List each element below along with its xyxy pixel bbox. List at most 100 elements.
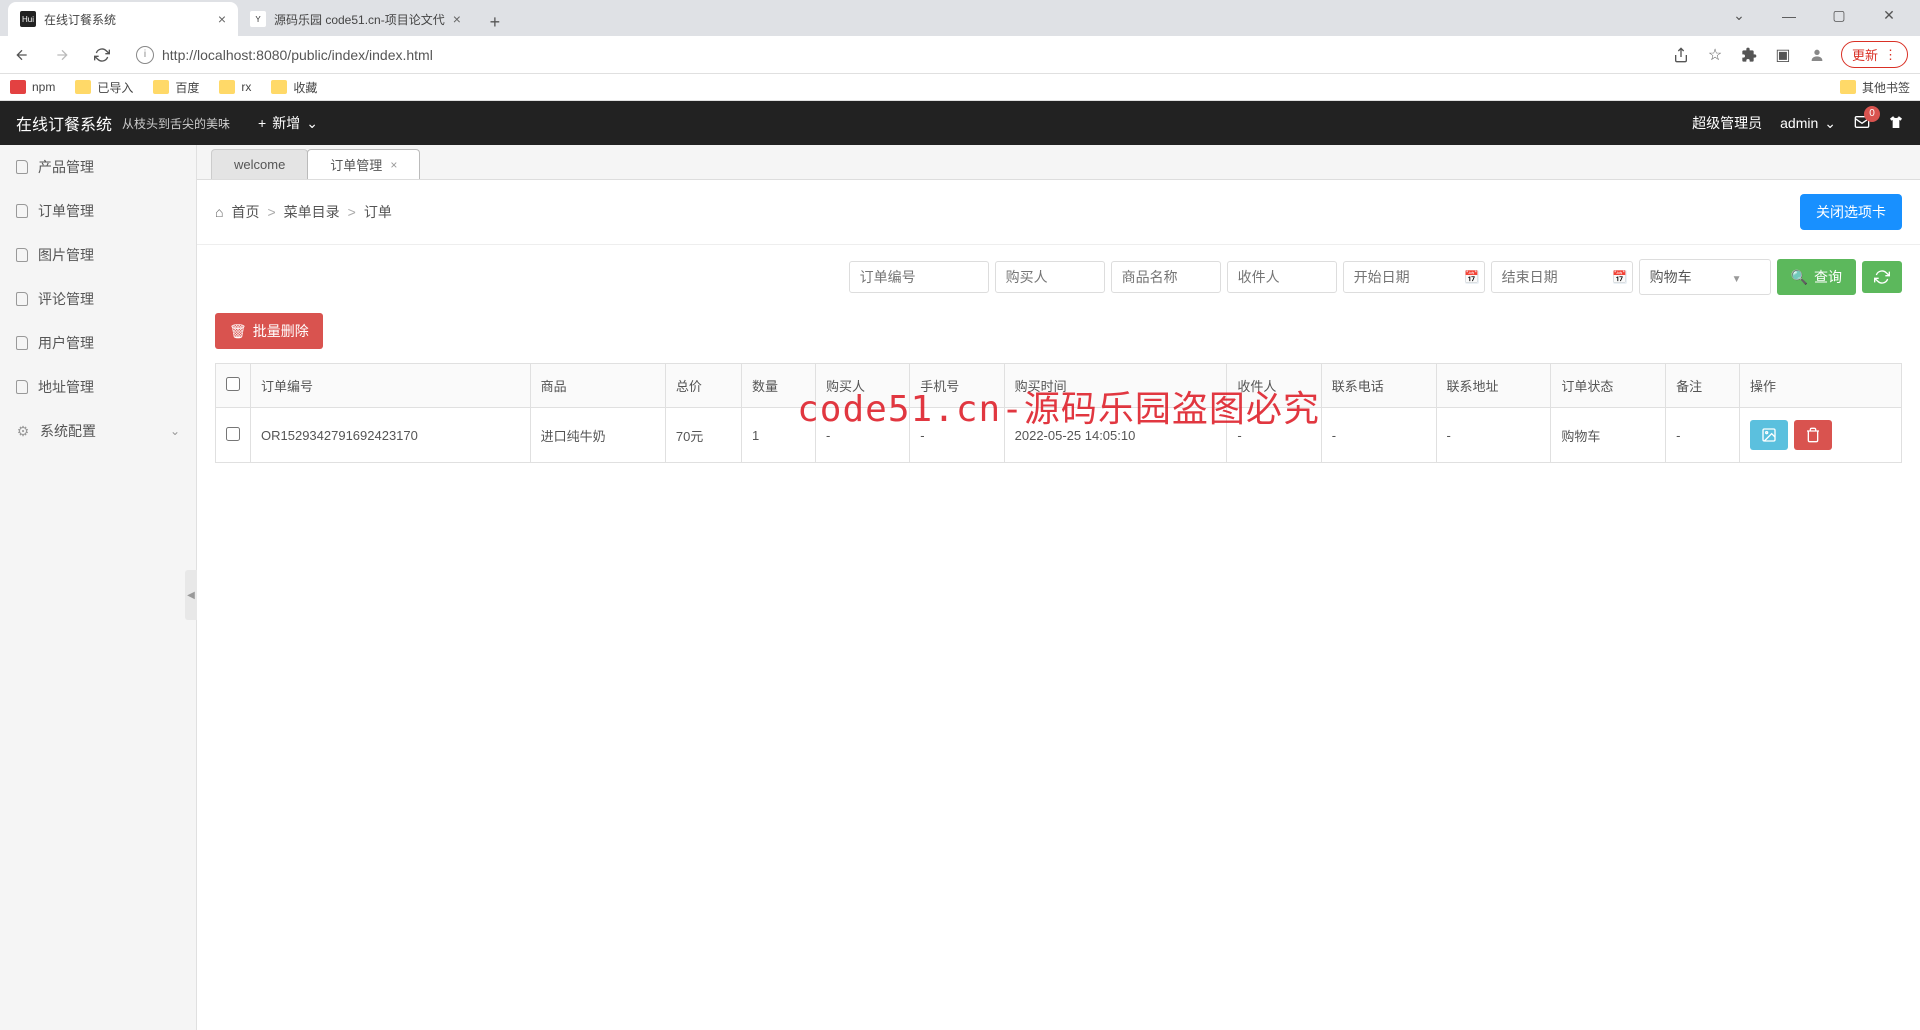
- close-tab-button[interactable]: 关闭选项卡: [1800, 194, 1902, 230]
- bookmark-baidu[interactable]: 百度: [153, 79, 199, 96]
- cell-action: [1740, 408, 1902, 463]
- col-contact-addr: 联系地址: [1436, 364, 1551, 408]
- update-button[interactable]: 更新 ⋮: [1841, 41, 1908, 68]
- col-note: 备注: [1666, 364, 1740, 408]
- col-recipient: 收件人: [1227, 364, 1321, 408]
- select-all-header: [216, 364, 251, 408]
- status-select[interactable]: 购物车▼: [1639, 259, 1771, 295]
- cell-note: -: [1666, 408, 1740, 463]
- tab-label: 订单管理: [330, 155, 382, 174]
- tab-title: 在线订餐系统: [44, 11, 116, 28]
- view-button[interactable]: [1750, 420, 1788, 450]
- sidebar-item-product[interactable]: 产品管理: [0, 145, 196, 189]
- update-label: 更新: [1852, 45, 1878, 64]
- filter-bar: 📅 📅 购物车▼ 🔍查询: [197, 245, 1920, 309]
- mail-count-badge: 0: [1864, 106, 1880, 122]
- bookmark-label: 收藏: [293, 79, 317, 96]
- sidebar-collapse-button[interactable]: ◀: [185, 570, 197, 620]
- cell-product: 进口纯牛奶: [530, 408, 665, 463]
- sidebar-item-image[interactable]: 图片管理: [0, 233, 196, 277]
- order-table-wrap: 订单编号 商品 总价 数量 购买人 手机号 购买时间 收件人 联系电话 联系地址…: [197, 363, 1920, 481]
- row-checkbox[interactable]: [226, 427, 240, 441]
- calendar-icon[interactable]: 📅: [1613, 270, 1627, 284]
- sidebar-item-config[interactable]: ⚙系统配置⌄: [0, 409, 196, 453]
- bookmark-npm[interactable]: npm: [10, 80, 55, 94]
- batch-delete-button[interactable]: 🗑批量删除: [215, 313, 323, 349]
- cell-status: 购物车: [1551, 408, 1666, 463]
- theme-button[interactable]: [1888, 114, 1904, 133]
- sidebar-item-comment[interactable]: 评论管理: [0, 277, 196, 321]
- user-menu[interactable]: admin ⌄: [1780, 115, 1836, 132]
- main-content: welcome 订单管理 × ⌂ 首页 > 菜单目录 > 订单 关闭选项卡: [197, 145, 1920, 1030]
- table-header-row: 订单编号 商品 总价 数量 购买人 手机号 购买时间 收件人 联系电话 联系地址…: [216, 364, 1902, 408]
- product-input[interactable]: [1111, 261, 1221, 293]
- extension-icon[interactable]: [1739, 45, 1759, 65]
- buyer-input[interactable]: [995, 261, 1105, 293]
- sidebar-item-order[interactable]: 订单管理: [0, 189, 196, 233]
- tab-label: welcome: [234, 157, 285, 172]
- col-contact-phone: 联系电话: [1321, 364, 1436, 408]
- col-buyer: 购买人: [815, 364, 909, 408]
- batch-action-row: 🗑批量删除: [197, 309, 1920, 363]
- window-close-icon[interactable]: ✕: [1872, 7, 1906, 24]
- chevron-down-icon[interactable]: ⌄: [1722, 7, 1756, 24]
- tab-order[interactable]: 订单管理 ×: [307, 149, 420, 179]
- npm-icon: [10, 80, 26, 94]
- calendar-icon[interactable]: 📅: [1465, 270, 1479, 284]
- file-icon: [16, 380, 28, 394]
- bookmark-rx[interactable]: rx: [219, 80, 251, 94]
- close-icon[interactable]: ×: [390, 158, 397, 172]
- folder-icon: [153, 80, 169, 94]
- refresh-button[interactable]: [1862, 261, 1902, 293]
- col-total: 总价: [665, 364, 741, 408]
- back-button[interactable]: [8, 41, 36, 69]
- bookmarks-bar: npm 已导入 百度 rx 收藏 其他书签: [0, 74, 1920, 101]
- other-bookmarks[interactable]: 其他书签: [1840, 79, 1910, 96]
- select-all-checkbox[interactable]: [226, 377, 240, 391]
- tab-title: 源码乐园 code51.cn-项目论文代: [274, 11, 445, 28]
- cell-total: 70元: [665, 408, 741, 463]
- profile-icon[interactable]: [1807, 45, 1827, 65]
- browser-tab-1[interactable]: Hui 在线订餐系统 ×: [8, 2, 238, 36]
- share-icon[interactable]: [1671, 45, 1691, 65]
- add-label: 新增: [272, 113, 300, 133]
- col-status: 订单状态: [1551, 364, 1666, 408]
- separator-icon: >: [267, 204, 275, 220]
- folder-icon: [1840, 80, 1856, 94]
- panel-icon[interactable]: ▣: [1773, 45, 1793, 65]
- sidebar-label: 用户管理: [38, 333, 94, 353]
- page-tabs: welcome 订单管理 ×: [197, 145, 1920, 179]
- sidebar-item-user[interactable]: 用户管理: [0, 321, 196, 365]
- recipient-input[interactable]: [1227, 261, 1337, 293]
- minimize-icon[interactable]: —: [1772, 8, 1806, 24]
- sidebar-item-address[interactable]: 地址管理: [0, 365, 196, 409]
- delete-button[interactable]: [1794, 420, 1832, 450]
- star-icon[interactable]: ☆: [1705, 45, 1725, 65]
- maximize-icon[interactable]: ▢: [1822, 7, 1856, 24]
- cell-contact-addr: -: [1436, 408, 1551, 463]
- close-icon[interactable]: ×: [453, 11, 461, 27]
- chevron-down-icon: ⌄: [170, 424, 180, 438]
- breadcrumb: ⌂ 首页 > 菜单目录 > 订单: [215, 202, 392, 222]
- mail-button[interactable]: 0: [1854, 114, 1870, 133]
- bookmark-label: 已导入: [97, 79, 133, 96]
- add-button[interactable]: + 新增 ⌄: [258, 113, 318, 133]
- window-controls: ⌄ — ▢ ✕: [1722, 7, 1920, 36]
- breadcrumb-home[interactable]: 首页: [231, 202, 259, 222]
- gear-icon: ⚙: [16, 424, 30, 438]
- bookmark-fav[interactable]: 收藏: [271, 79, 317, 96]
- info-icon[interactable]: i: [136, 46, 154, 64]
- table-row: OR1529342791692423170 进口纯牛奶 70元 1 - - 20…: [216, 408, 1902, 463]
- new-tab-button[interactable]: +: [481, 8, 509, 36]
- bookmark-imported[interactable]: 已导入: [75, 79, 133, 96]
- close-icon[interactable]: ×: [218, 11, 226, 27]
- app-title: 在线订餐系统: [16, 111, 112, 135]
- order-no-input[interactable]: [849, 261, 989, 293]
- tab-welcome[interactable]: welcome: [211, 149, 308, 179]
- browser-tab-2[interactable]: Y 源码乐园 code51.cn-项目论文代 ×: [238, 2, 473, 36]
- url-input[interactable]: i http://localhost:8080/public/index/ind…: [128, 46, 1659, 64]
- breadcrumb-menu[interactable]: 菜单目录: [284, 202, 340, 222]
- breadcrumb-row: ⌂ 首页 > 菜单目录 > 订单 关闭选项卡: [197, 180, 1920, 245]
- reload-button[interactable]: [88, 41, 116, 69]
- query-button[interactable]: 🔍查询: [1777, 259, 1856, 295]
